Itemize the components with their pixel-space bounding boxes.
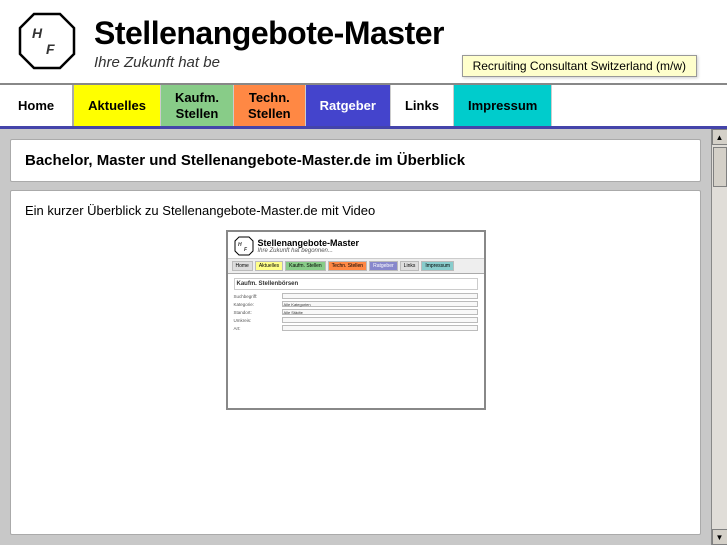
scroll-up-button[interactable]: ▲ (712, 129, 727, 145)
mini-nav-home: Home (232, 261, 253, 271)
mini-nav-aktuelles: Aktuelles (255, 261, 283, 271)
mini-form-row-2: Kategorie: Alle Kategorien (234, 301, 478, 307)
logo: H F (16, 10, 78, 77)
mini-section-title: Kaufm. Stellenbörsen (234, 278, 478, 290)
content-box: Ein kurzer Überblick zu Stellenangebote-… (10, 190, 701, 535)
svg-text:F: F (46, 41, 55, 57)
mini-nav-links: Links (400, 261, 420, 271)
mini-nav-ratgeber: Ratgeber (369, 261, 398, 271)
svg-text:H: H (32, 25, 43, 41)
mini-nav-techn: Techn. Stellen (328, 261, 367, 271)
nav-item-impressum[interactable]: Impressum (454, 85, 552, 126)
mini-form-row-4: Umkreis: (234, 317, 478, 323)
main-content: Bachelor, Master und Stellenangebote-Mas… (0, 129, 727, 545)
scroll-down-button[interactable]: ▼ (712, 529, 727, 545)
mini-browser-screenshot: H F Stellenangebote-Master Ihre Zukunft … (226, 230, 486, 410)
content-description: Ein kurzer Überblick zu Stellenangebote-… (25, 203, 686, 218)
site-title: Stellenangebote-Master (94, 16, 711, 51)
mini-form-row-5: Art: (234, 325, 478, 331)
mini-header: H F Stellenangebote-Master Ihre Zukunft … (228, 232, 484, 259)
nav-item-home[interactable]: Home (0, 85, 74, 126)
mini-form-row-3: Standort: Alle Städte (234, 309, 478, 315)
mini-subtitle-text: Ihre Zukunft hat begonnen... (258, 248, 360, 254)
scrollbar-thumb[interactable] (713, 147, 727, 187)
nav-item-kaufm[interactable]: Kaufm.Stellen (161, 85, 234, 126)
nav-item-links[interactable]: Links (391, 85, 454, 126)
navbar: Home Aktuelles Kaufm.Stellen Techn.Stell… (0, 85, 727, 129)
mini-nav-kaufm: Kaufm. Stellen (285, 261, 326, 271)
content-area: Bachelor, Master und Stellenangebote-Mas… (0, 129, 711, 545)
mini-title: Stellenangebote-Master (258, 238, 360, 248)
tooltip-popup: Recruiting Consultant Switzerland (m/w) (462, 55, 697, 77)
scrollbar-thumb-area[interactable] (712, 145, 727, 529)
mini-form-row-1: Suchbegriff: (234, 293, 478, 299)
nav-item-ratgeber[interactable]: Ratgeber (306, 85, 391, 126)
scrollbar[interactable]: ▲ ▼ (711, 129, 727, 545)
site-header: H F Stellenangebote-Master Ihre Zukunft … (0, 0, 727, 85)
mini-content: Kaufm. Stellenbörsen Suchbegriff: Katego… (228, 274, 484, 408)
mini-nav: Home Aktuelles Kaufm. Stellen Techn. Ste… (228, 259, 484, 274)
mini-nav-impressum: Impressum (421, 261, 454, 271)
main-heading: Bachelor, Master und Stellenangebote-Mas… (25, 150, 686, 171)
nav-item-techn[interactable]: Techn.Stellen (234, 85, 306, 126)
svg-text:H: H (238, 242, 242, 248)
nav-item-aktuelles[interactable]: Aktuelles (74, 85, 161, 126)
title-box: Bachelor, Master und Stellenangebote-Mas… (10, 139, 701, 182)
